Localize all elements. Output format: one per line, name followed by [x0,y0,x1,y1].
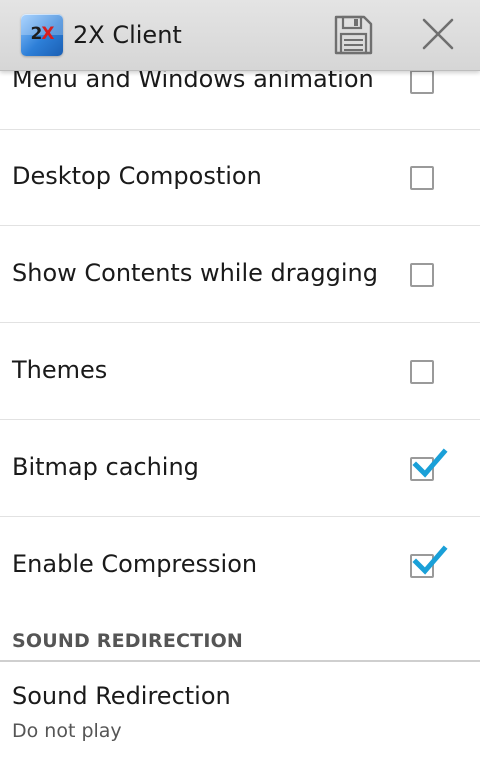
menu-animation-checkbox[interactable] [410,70,434,94]
desktop-composition-checkbox[interactable] [410,166,434,190]
section-title: SOUND REDIRECTION [12,630,244,652]
setting-row-desktop-composition[interactable]: Desktop Compostion [0,130,480,226]
setting-label: Bitmap caching [12,453,199,481]
themes-checkbox[interactable] [410,360,434,384]
enable-compression-checkbox[interactable] [410,545,448,578]
save-button[interactable] [331,14,375,56]
sound-redirection-item[interactable]: Sound Redirection Do not play [0,664,480,760]
checkmark-icon [412,545,448,575]
setting-row-bitmap-caching[interactable]: Bitmap caching [0,421,480,517]
app-title: 2X Client [73,21,182,49]
floppy-disk-icon [334,15,373,55]
action-bar: 2X 2X Client [0,0,480,71]
show-contents-checkbox[interactable] [410,263,434,287]
setting-row-show-contents[interactable]: Show Contents while dragging [0,227,480,323]
section-header-sound: SOUND REDIRECTION [0,616,480,662]
logo-text-2: 2 [30,24,43,44]
app-logo-icon: 2X [21,14,63,56]
setting-label: Desktop Compostion [12,162,262,190]
checkmark-icon [412,448,448,478]
close-button[interactable] [416,14,460,56]
setting-label: Show Contents while dragging [12,259,378,287]
sound-redirection-summary: Do not play [12,720,122,742]
app-screen: Menu and Windows animation Desktop Compo… [0,0,480,760]
setting-label: Enable Compression [12,550,258,578]
sound-redirection-title: Sound Redirection [12,682,231,710]
logo-text-x: X [41,24,54,44]
setting-row-enable-compression[interactable]: Enable Compression [0,518,480,614]
close-x-icon [422,18,454,50]
bitmap-caching-checkbox[interactable] [410,448,448,481]
setting-row-themes[interactable]: Themes [0,324,480,420]
setting-label: Themes [12,356,108,384]
